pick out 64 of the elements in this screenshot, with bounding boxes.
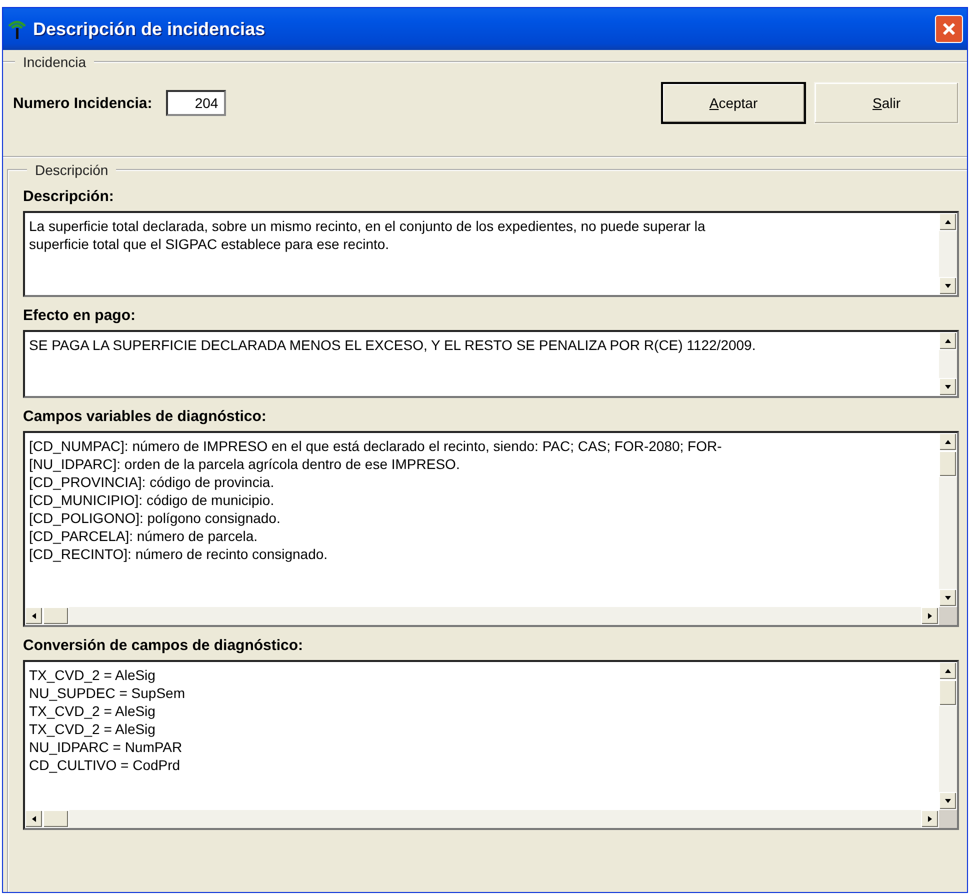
antenna-icon bbox=[7, 18, 27, 40]
scrollbar-thumb[interactable] bbox=[43, 607, 69, 625]
text-line: [CD_RECINTO]: número de recinto consignado. bbox=[29, 545, 329, 563]
text-line: [CD_NUMPAC]: número de IMPRESO en el que está declarado el recinto, siendo: PAC; CAS; FOR-2080; FOR- bbox=[29, 437, 723, 455]
arrow-right-icon bbox=[926, 612, 934, 620]
scroll-left-button[interactable] bbox=[25, 607, 43, 625]
number-field[interactable]: 204 bbox=[166, 90, 226, 116]
close-button[interactable] bbox=[935, 15, 963, 43]
field-label: Efecto en pago: bbox=[23, 307, 137, 324]
scrollbar-thumb[interactable] bbox=[939, 451, 957, 477]
scroll-left-button[interactable] bbox=[25, 810, 43, 828]
text-area[interactable] bbox=[23, 431, 959, 627]
text-line: [CD_POLIGONO]: polígono consignado. bbox=[29, 509, 282, 527]
text-line: NU_IDPARC = NumPAR bbox=[29, 738, 184, 756]
arrow-left-icon bbox=[30, 612, 38, 620]
scroll-down-button[interactable] bbox=[939, 792, 957, 810]
field-label: Descripción: bbox=[23, 188, 115, 205]
arrow-up-icon bbox=[944, 337, 952, 345]
field-label: Campos variables de diagnóstico: bbox=[23, 408, 268, 425]
text-line: TX_CVD_2 = AleSig bbox=[29, 720, 156, 738]
text-line: SE PAGA LA SUPERFICIE DECLARADA MENOS EL EXCESO, Y EL RESTO SE PENALIZA POR R(CE) 1122/2009. bbox=[29, 336, 757, 354]
scroll-right-button[interactable] bbox=[921, 810, 939, 828]
group-legend: Incidencia bbox=[15, 54, 94, 70]
field-label: Numero Incidencia: bbox=[13, 94, 152, 112]
arrow-up-icon bbox=[944, 667, 952, 675]
scroll-up-button[interactable] bbox=[939, 213, 957, 231]
arrow-up-icon bbox=[944, 218, 952, 226]
text-line: TX_CVD_2 = AleSig bbox=[29, 666, 156, 684]
group-legend: Descripción bbox=[27, 162, 116, 178]
text-line: [CD_PROVINCIA]: código de provincia. bbox=[29, 473, 276, 491]
arrow-down-icon bbox=[944, 383, 952, 391]
arrow-down-icon bbox=[944, 282, 952, 290]
text-area[interactable]: La superficie total declarada, sobre un mismo recinto, en el conjunto de los expedientes, no puede superar la superficie total que el SIGPAC establece para ese recinto. bbox=[23, 211, 959, 297]
text-line: TX_CVD_2 = AleSig bbox=[29, 702, 156, 720]
text-line: [CD_PARCELA]: número de parcela. bbox=[29, 527, 259, 545]
close-icon bbox=[941, 21, 957, 37]
text-area[interactable]: TX_CVD_2 = AleSig NU_SUPDEC = SupSem TX_CVD_2 = AleSig TX_CVD_2 = AleSig NU_IDPARC = NumPAR CD_CULTIVO = CodPrd bbox=[23, 660, 959, 830]
text-line: [NU_IDPARC]: orden de la parcela agrícola dentro de ese IMPRESO. bbox=[29, 455, 461, 473]
dialog-button[interactable]: Salir bbox=[814, 82, 959, 124]
scroll-up-button[interactable] bbox=[939, 433, 957, 451]
scroll-down-button[interactable] bbox=[939, 277, 957, 295]
text-line: La superficie total declarada, sobre un mismo recinto, en el conjunto de los expedientes, no puede superar la bbox=[29, 217, 706, 235]
scroll-up-button[interactable] bbox=[939, 332, 957, 350]
scrollbar-thumb[interactable] bbox=[43, 810, 69, 828]
arrow-right-icon bbox=[926, 815, 934, 823]
scrollbar-corner bbox=[939, 607, 957, 625]
scrollbar-corner bbox=[939, 810, 957, 828]
scroll-up-button[interactable] bbox=[939, 662, 957, 680]
scroll-down-button[interactable] bbox=[939, 378, 957, 396]
field-label: Conversión de campos de diagnóstico: bbox=[23, 637, 304, 654]
scroll-down-button[interactable] bbox=[939, 589, 957, 607]
text-line: CD_CULTIVO = CodPrd bbox=[29, 756, 182, 774]
scrollbar-thumb[interactable] bbox=[939, 680, 957, 706]
arrow-up-icon bbox=[944, 438, 952, 446]
arrow-down-icon bbox=[944, 797, 952, 805]
window-title: Descripción de incidencias bbox=[33, 18, 266, 40]
text-line: [CD_MUNICIPIO]: código de municipio. bbox=[29, 491, 276, 509]
arrow-left-icon bbox=[30, 815, 38, 823]
text-area[interactable]: SE PAGA LA SUPERFICIE DECLARADA MENOS EL EXCESO, Y EL RESTO SE PENALIZA POR R(CE) 1122/2009. bbox=[23, 330, 959, 398]
text-line: superficie total que el SIGPAC establece para ese recinto. bbox=[29, 235, 390, 253]
text-line: NU_SUPDEC = SupSem bbox=[29, 684, 186, 702]
arrow-down-icon bbox=[944, 594, 952, 602]
scroll-right-button[interactable] bbox=[921, 607, 939, 625]
dialog-button[interactable]: Aceptar bbox=[661, 82, 806, 124]
